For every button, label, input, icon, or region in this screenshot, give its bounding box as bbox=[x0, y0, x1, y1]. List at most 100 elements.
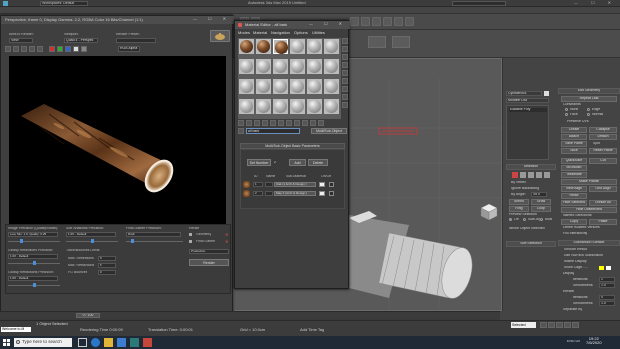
sample-slot[interactable] bbox=[290, 99, 305, 114]
material-editor-window-controls[interactable]: — ☐ ✕ bbox=[309, 22, 347, 26]
fg-bounces-spinner[interactable]: 0 bbox=[98, 270, 116, 275]
reset-map-icon[interactable] bbox=[262, 120, 268, 126]
task-view-icon[interactable] bbox=[78, 338, 87, 347]
file-explorer-icon[interactable] bbox=[104, 338, 113, 347]
object-color-swatch[interactable] bbox=[544, 91, 549, 96]
constraint-edge-radio[interactable] bbox=[587, 108, 590, 111]
render-preset-dropdown[interactable] bbox=[116, 38, 156, 43]
max-refractions-spinner[interactable]: 6 bbox=[98, 263, 116, 268]
set-number-button[interactable]: Set Number bbox=[247, 159, 271, 166]
search-field[interactable] bbox=[452, 1, 506, 6]
submaterial-color[interactable] bbox=[319, 191, 325, 196]
sample-slot[interactable] bbox=[307, 39, 322, 54]
border-mode-icon[interactable] bbox=[528, 172, 534, 178]
slider-knob[interactable] bbox=[20, 239, 23, 243]
put-to-library-icon[interactable] bbox=[278, 120, 284, 126]
sample-slot[interactable] bbox=[290, 79, 305, 94]
lock-icon[interactable] bbox=[189, 240, 192, 243]
display-channel-dropdown[interactable]: RGB Alpha bbox=[118, 46, 140, 52]
sample-slot[interactable] bbox=[239, 39, 254, 54]
vertex-mode-icon[interactable] bbox=[512, 172, 518, 178]
edge-mode-icon[interactable] bbox=[520, 172, 526, 178]
grow-button[interactable]: Grow bbox=[531, 199, 551, 205]
material-name-field[interactable]: all bark bbox=[246, 128, 300, 134]
glossy-refractions-field[interactable]: 1.0X - Default bbox=[8, 276, 58, 281]
go-forward-to-sibling-icon[interactable] bbox=[318, 120, 324, 126]
previous-frame-icon[interactable] bbox=[548, 322, 555, 328]
edit-geometry-rollout-header[interactable]: Edit Geometry bbox=[558, 88, 620, 94]
modifier-stack[interactable]: Editable Poly bbox=[506, 105, 549, 160]
max-reflections-spinner[interactable]: 6 bbox=[98, 256, 116, 261]
sample-slot[interactable] bbox=[239, 79, 254, 94]
sample-slot[interactable] bbox=[256, 79, 271, 94]
sample-type-icon[interactable] bbox=[342, 38, 348, 44]
ignore-backfacing-checkbox[interactable]: Ignore Backfacing bbox=[511, 187, 539, 191]
uv-tiling-icon[interactable] bbox=[342, 62, 348, 68]
sample-slot[interactable] bbox=[307, 79, 322, 94]
toolbar-button[interactable] bbox=[372, 17, 381, 26]
msmooth-button[interactable]: MSmooth bbox=[561, 165, 587, 171]
sample-slot[interactable] bbox=[307, 99, 322, 114]
toolbar-button[interactable] bbox=[405, 17, 414, 26]
full-interactivity-checkbox[interactable]: Full Interactivity bbox=[563, 232, 587, 236]
id-column-header[interactable]: ID bbox=[254, 175, 258, 179]
time-slider[interactable]: 0 / 100 bbox=[0, 311, 500, 319]
delete-button[interactable]: Delete bbox=[308, 159, 328, 166]
view-align-button[interactable]: View Align bbox=[561, 186, 587, 192]
show-cage-checkbox[interactable]: Show Cage...... bbox=[564, 266, 588, 270]
blue-channel-icon[interactable] bbox=[65, 46, 71, 52]
display-iterations-spinner[interactable]: 1 bbox=[599, 277, 615, 282]
material-type-button[interactable]: Multi/Sub-Object bbox=[311, 128, 347, 134]
mono-icon[interactable] bbox=[81, 46, 87, 52]
sample-slot[interactable] bbox=[273, 79, 288, 94]
window-controls[interactable]: — ☐ ✕ bbox=[574, 1, 617, 5]
image-precision-field[interactable]: Low, Min: 1.0, Quality: 0.25 bbox=[8, 232, 58, 237]
cut-button[interactable]: Cut bbox=[589, 158, 617, 164]
quickslice-button[interactable]: QuickSlice bbox=[561, 158, 587, 164]
show-shaded-material-icon[interactable] bbox=[294, 120, 300, 126]
copy-image-icon[interactable] bbox=[13, 46, 19, 52]
render-smoothness-spinner[interactable]: 1.0 bbox=[599, 301, 615, 306]
render-teapot-button[interactable] bbox=[210, 30, 230, 42]
store-icon[interactable] bbox=[117, 338, 126, 347]
constraint-face-radio[interactable] bbox=[565, 113, 568, 116]
options-icon[interactable] bbox=[342, 86, 348, 92]
submaterial-id[interactable]: 2 bbox=[253, 191, 263, 196]
render-frame-window-controls[interactable]: — ☐ ✕ bbox=[193, 17, 231, 21]
toolbar-button[interactable] bbox=[383, 17, 392, 26]
collapse-button[interactable]: Collapse bbox=[589, 127, 617, 133]
submaterial-button[interactable]: Map 2 (Arch & Design ) bbox=[274, 191, 316, 196]
copy-button[interactable]: Copy bbox=[561, 219, 587, 225]
video-color-check-icon[interactable] bbox=[342, 70, 348, 76]
ribbon-button[interactable] bbox=[392, 36, 410, 48]
preserve-uvs-checkbox[interactable]: Preserve UVs bbox=[567, 120, 589, 124]
modifier-stack-item[interactable]: Editable Poly bbox=[509, 108, 547, 112]
submaterial-swatch[interactable] bbox=[243, 190, 250, 197]
alpha-channel-icon[interactable] bbox=[73, 46, 79, 52]
material-id-channel-icon[interactable] bbox=[286, 120, 292, 126]
put-to-scene-icon[interactable] bbox=[246, 120, 252, 126]
menu-utilities[interactable]: Utilities bbox=[312, 31, 325, 35]
glossy-reflections-field[interactable]: 1.0X - Default bbox=[8, 254, 58, 259]
slider-knob[interactable] bbox=[33, 283, 36, 287]
go-to-parent-icon[interactable] bbox=[310, 120, 316, 126]
selection-rollout-header[interactable]: Selection bbox=[506, 164, 556, 170]
maxscript-listener-field[interactable]: Welcome to M bbox=[1, 327, 31, 332]
selection-set-dropdown[interactable]: Selected bbox=[511, 322, 536, 328]
go-to-end-icon[interactable] bbox=[572, 322, 579, 328]
render-button[interactable]: Render bbox=[189, 259, 229, 266]
submaterial-onoff-checkbox[interactable] bbox=[329, 191, 334, 196]
grid-align-button[interactable]: Grid Align bbox=[589, 186, 617, 192]
menu-modes[interactable]: Modes bbox=[238, 31, 250, 35]
sample-slot[interactable] bbox=[256, 59, 271, 74]
eyedropper-icon[interactable] bbox=[238, 128, 244, 134]
submaterial-column-header[interactable]: Sub-Material bbox=[286, 175, 306, 179]
material-map-navigator-icon[interactable] bbox=[342, 102, 348, 108]
soft-shadows-field[interactable]: 1.0X - Default bbox=[66, 232, 116, 237]
menu-material[interactable]: Material bbox=[253, 31, 267, 35]
render-iterations-spinner[interactable]: 0 bbox=[599, 295, 615, 300]
shrink-button[interactable]: Shrink bbox=[509, 199, 529, 205]
backlight-icon[interactable] bbox=[342, 46, 348, 52]
edge-browser-icon[interactable] bbox=[91, 338, 100, 347]
sample-slot[interactable] bbox=[256, 99, 271, 114]
